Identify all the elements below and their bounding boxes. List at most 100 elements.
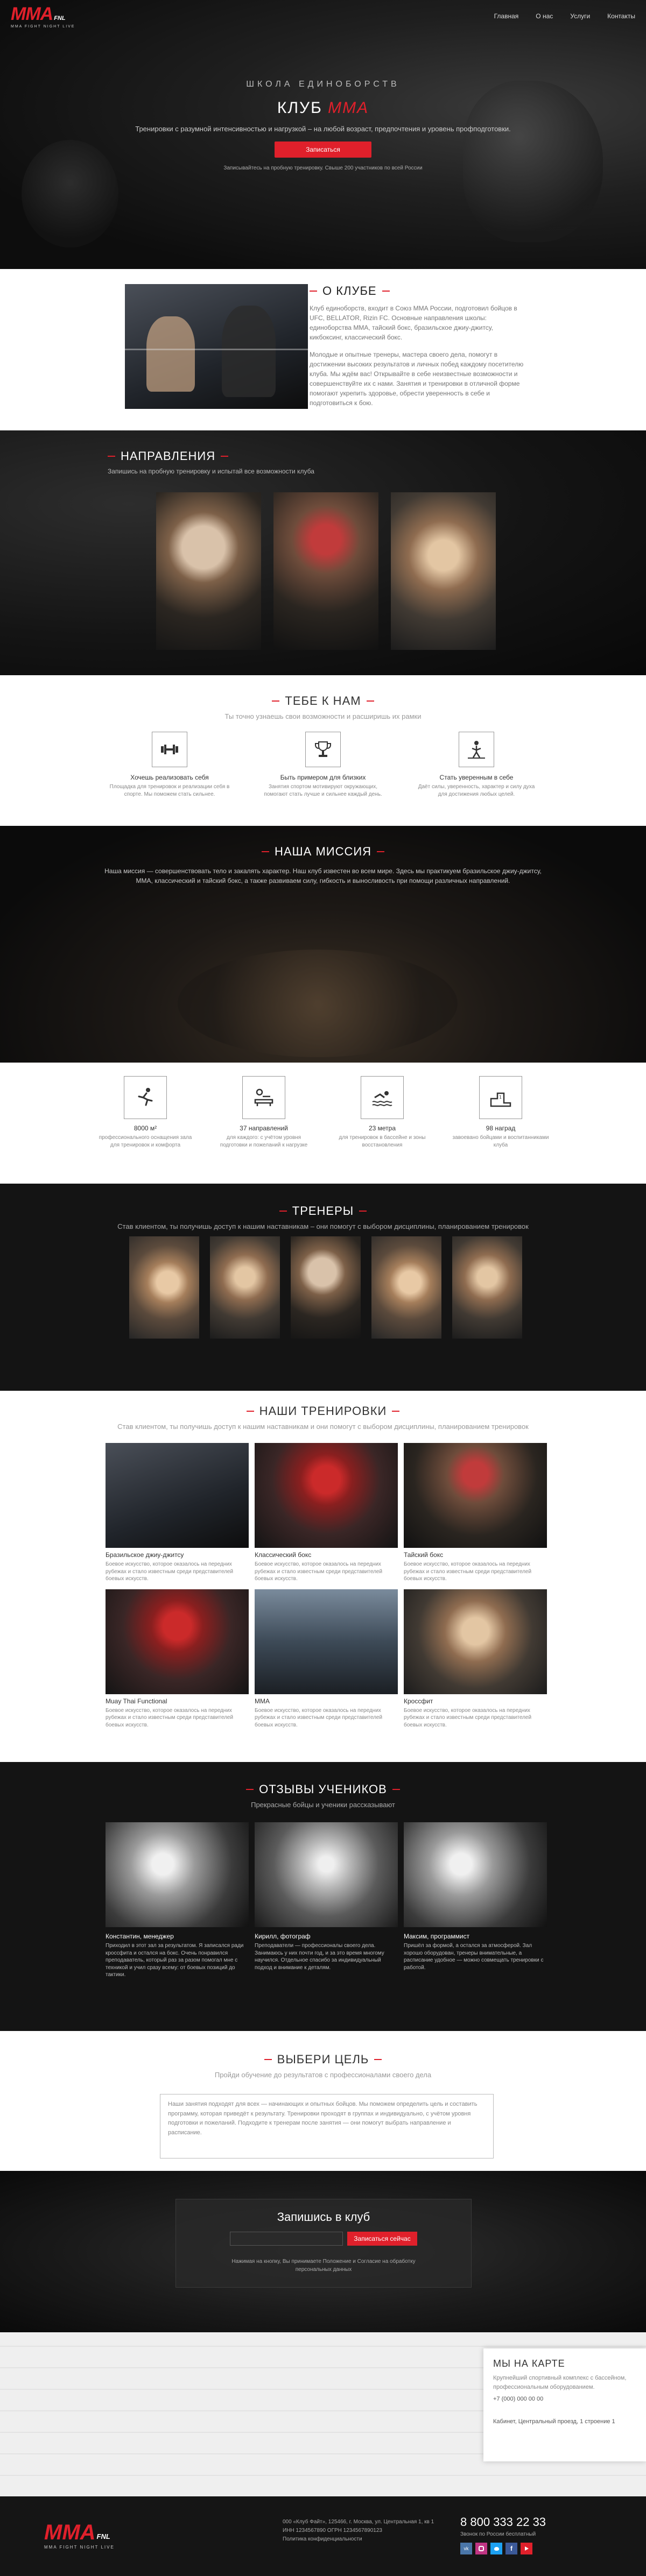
trainers-row: [129, 1236, 522, 1339]
signup-note: Нажимая на кнопку, Вы принимаете Положен…: [231, 2259, 416, 2273]
trainer-photo[interactable]: [452, 1236, 522, 1339]
youtube-icon[interactable]: [521, 2543, 532, 2554]
workout-title: Тайский бокс: [404, 1551, 444, 1559]
logo-main: MMA: [11, 4, 53, 24]
join-item: Стать уверенным в себе Даёт силы, уверен…: [415, 732, 538, 798]
signup-phone-input[interactable]: [230, 2232, 343, 2246]
massage-icon: [242, 1076, 285, 1119]
footer-privacy-link[interactable]: Политика конфиденциальности: [283, 2535, 434, 2544]
review-photo: [404, 1822, 547, 1927]
hero-title: КЛУБ MMA: [0, 99, 646, 117]
review-card: Максим, программист Пришёл за формой, а …: [404, 1822, 547, 1979]
workout-card[interactable]: Muay Thai Functional Боевое искусство, к…: [106, 1589, 249, 1729]
join-item-title: Быть примером для близких: [280, 774, 366, 781]
join-sub: Ты точно узнаешь свои возможности и расш…: [224, 712, 422, 720]
twitter-icon[interactable]: [490, 2543, 502, 2554]
workout-title: MMA: [255, 1697, 270, 1705]
logo[interactable]: MMA FNL MMA FIGHT NIGHT LIVE: [11, 4, 75, 29]
hero-title-accent: MMA: [328, 99, 369, 117]
runner-icon: [124, 1076, 167, 1119]
hero-signup-button[interactable]: Записаться: [275, 141, 371, 158]
footer-phone[interactable]: 8 800 333 22 33: [460, 2515, 546, 2529]
footer-contacts: 8 800 333 22 33 Звонок по России бесплат…: [460, 2515, 546, 2554]
trainers-section: ТРЕНЕРЫ Став клиентом, ты получишь досту…: [0, 1184, 646, 1391]
top-nav: MMA FNL MMA FIGHT NIGHT LIVE Главная О н…: [0, 0, 646, 32]
signup-submit-button[interactable]: Записаться сейчас: [347, 2232, 417, 2246]
workout-text: Боевое искусство, которое оказалось на п…: [404, 1707, 532, 1728]
review-text: Преподаватели — профессионалы своего дел…: [255, 1943, 384, 1971]
join-item-text: Занятия спортом мотивируют окружающих, п…: [264, 784, 382, 797]
podium-icon: 1: [479, 1076, 522, 1119]
about-section: О КЛУБЕ Клуб единоборств, входит в Союз …: [0, 269, 646, 430]
workout-text: Боевое искусство, которое оказалось на п…: [106, 1707, 234, 1728]
map-section: МЫ НА КАРТЕ Крупнейший спортивный компле…: [0, 2332, 646, 2496]
direction-card-3[interactable]: [391, 492, 496, 650]
review-text: Приходил в этот зал за результатом. Я за…: [106, 1943, 244, 1978]
stat-item: 23 метра для тренировок в бассейне и зон…: [331, 1076, 433, 1149]
stat-value: 37 направлений: [240, 1124, 288, 1132]
review-photo: [255, 1822, 398, 1927]
about-paragraph-1: Клуб единоборств, входит в Союз ММА Росс…: [310, 305, 517, 341]
workout-text: Боевое искусство, которое оказалось на п…: [106, 1561, 234, 1582]
review-card: Кирилл, фотограф Преподаватели — професс…: [255, 1822, 398, 1979]
hero-section: MMA FNL MMA FIGHT NIGHT LIVE Главная О н…: [0, 0, 646, 269]
workout-card[interactable]: MMA Боевое искусство, которое оказалось …: [255, 1589, 398, 1729]
footer: MMA FNL MMA FIGHT NIGHT LIVE 000 «Клуб Ф…: [0, 2496, 646, 2576]
mission-heading: НАША МИССИЯ: [0, 845, 646, 859]
nav-services[interactable]: Услуги: [570, 12, 590, 20]
workout-card[interactable]: Бразильское джиу-джитсу Боевое искусство…: [106, 1443, 249, 1583]
goal-sub: Пройди обучение до результатов с професс…: [214, 2071, 432, 2079]
mission-section: НАША МИССИЯ Наша миссия — совершенствова…: [0, 826, 646, 1063]
footer-legal: 000 «Клуб Файт», 125466, г. Москва, ул. …: [283, 2518, 434, 2544]
footer-logo-sub: MMA FIGHT NIGHT LIVE: [44, 2545, 115, 2550]
nav-home[interactable]: Главная: [494, 12, 519, 20]
footer-logo-main: MMA: [44, 2521, 96, 2544]
svg-text:1: 1: [499, 1095, 502, 1100]
reviews-heading: ОТЗЫВЫ УЧЕНИКОВ: [0, 1782, 646, 1796]
instagram-icon[interactable]: [475, 2543, 487, 2554]
reviews-section: ОТЗЫВЫ УЧЕНИКОВ Прекрасные бойцы и учени…: [0, 1762, 646, 2031]
reviews-row: Константин, менеджер Приходил в этот зал…: [106, 1822, 547, 1979]
workout-card[interactable]: Классический бокс Боевое искусство, кото…: [255, 1443, 398, 1583]
workout-card[interactable]: Кроссфит Боевое искусство, которое оказа…: [404, 1589, 547, 1729]
nav-about[interactable]: О нас: [536, 12, 553, 20]
direction-card-2[interactable]: [273, 492, 378, 650]
workouts-section: НАШИ ТРЕНИРОВКИ Став клиентом, ты получи…: [0, 1391, 646, 1762]
directions-heading: НАПРАВЛЕНИЯ: [108, 449, 314, 463]
trainer-photo[interactable]: [371, 1236, 441, 1339]
vk-icon[interactable]: vk: [460, 2543, 472, 2554]
reviews-title: ОТЗЫВЫ УЧЕНИКОВ: [259, 1782, 387, 1796]
direction-card-1[interactable]: [156, 492, 261, 650]
workouts-grid: Бразильское джиу-джитсу Боевое искусство…: [106, 1443, 547, 1729]
workouts-title: НАШИ ТРЕНИРОВКИ: [259, 1404, 387, 1418]
map-title: МЫ НА КАРТЕ: [493, 2358, 565, 2369]
trainer-photo[interactable]: [291, 1236, 361, 1339]
footer-logo[interactable]: MMA FNL MMA FIGHT NIGHT LIVE: [44, 2521, 115, 2550]
trainer-photo[interactable]: [210, 1236, 280, 1339]
stats-row: 8000 м² профессионального оснащения зала…: [94, 1076, 552, 1149]
workouts-sub: Став клиентом, ты получишь доступ к наши…: [117, 1423, 529, 1431]
map-phone[interactable]: +7 (000) 000 00 00: [493, 2396, 636, 2402]
workout-text: Боевое искусство, которое оказалось на п…: [255, 1561, 383, 1582]
mission-title: НАША МИССИЯ: [274, 845, 372, 858]
about-photo: [125, 284, 308, 409]
stat-value: 8000 м²: [134, 1124, 157, 1132]
workout-card[interactable]: Тайский бокс Боевое искусство, которое о…: [404, 1443, 547, 1583]
footer-address: 000 «Клуб Файт», 125466, г. Москва, ул. …: [283, 2519, 434, 2525]
workout-title: Muay Thai Functional: [106, 1697, 167, 1705]
footer-logo-tag: FNL: [96, 2532, 110, 2540]
trainer-photo[interactable]: [129, 1236, 199, 1339]
mission-gloves-photo: [178, 950, 458, 1057]
nav-contacts[interactable]: Контакты: [607, 12, 635, 20]
workout-title: Классический бокс: [255, 1551, 312, 1559]
dumbbell-icon: [152, 732, 187, 767]
figure-icon: [459, 732, 494, 767]
mission-text: Наша миссия — совершенствовать тело и за…: [104, 867, 542, 884]
hero-title-prefix: КЛУБ: [277, 99, 322, 117]
facebook-icon[interactable]: f: [505, 2543, 517, 2554]
stat-item: 1 98 наград завоевано бойцами и воспитан…: [450, 1076, 552, 1149]
workout-photo: [106, 1589, 249, 1694]
trainers-title: ТРЕНЕРЫ: [292, 1204, 354, 1218]
review-name: Константин, менеджер: [106, 1933, 174, 1940]
stat-text: профессионального оснащения зала для тре…: [99, 1135, 192, 1148]
